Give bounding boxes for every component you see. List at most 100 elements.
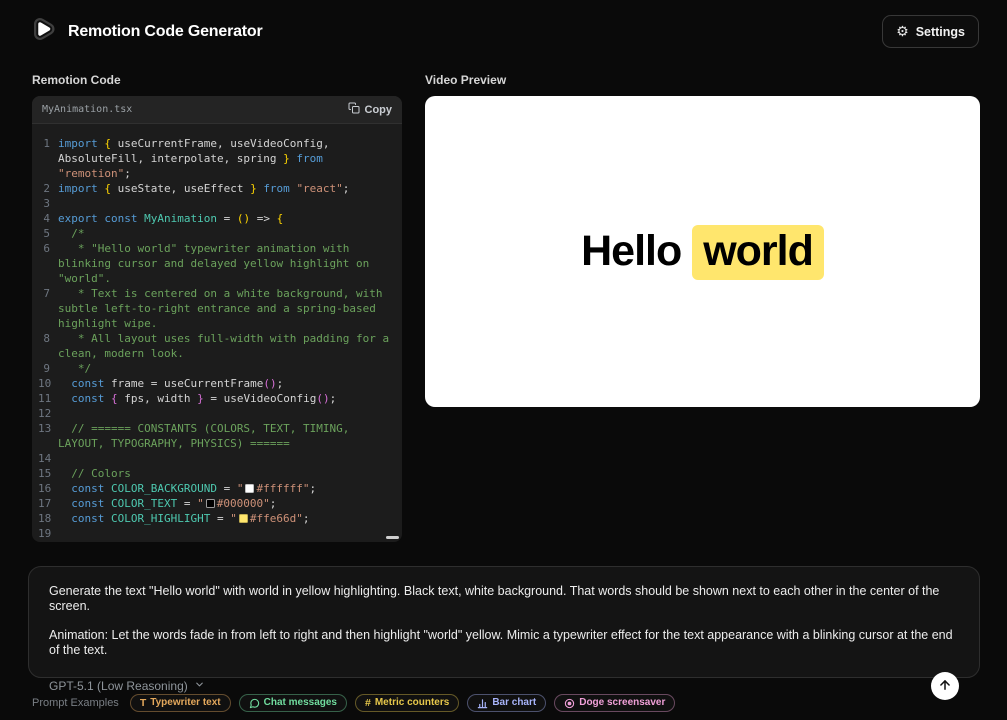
chevron-down-icon: [194, 679, 205, 693]
code-text: // Text content: [58, 541, 398, 542]
code-line: 19: [38, 526, 398, 541]
code-editor[interactable]: 1import { useCurrentFrame, useVideoConfi…: [32, 124, 402, 542]
line-number: 16: [38, 481, 58, 496]
line-number: 7: [38, 286, 58, 331]
code-text: // ====== CONSTANTS (COLORS, TEXT, TIMIN…: [58, 421, 398, 451]
code-section-label: Remotion Code: [32, 73, 402, 87]
gear-icon: ⚙: [896, 25, 909, 39]
code-line: 10 const frame = useCurrentFrame();: [38, 376, 398, 391]
model-label: GPT-5.1 (Low Reasoning): [49, 679, 188, 693]
disc-icon: [564, 698, 575, 709]
color-swatch: [239, 514, 248, 523]
prompt-examples-label: Prompt Examples: [32, 697, 119, 709]
arrow-up-icon: [938, 678, 952, 695]
example-pill-metric-counters[interactable]: # Metric counters: [355, 694, 459, 712]
pill-label: Typewriter text: [150, 698, 220, 708]
code-panel: MyAnimation.tsx Copy 1import { useCurren…: [32, 96, 402, 542]
code-line: 17 const COLOR_TEXT = "#000000";: [38, 496, 398, 511]
code-line: 7 * Text is centered on a white backgrou…: [38, 286, 398, 331]
video-preview: Hello world: [425, 96, 980, 407]
line-number: 10: [38, 376, 58, 391]
main-area: Remotion Code MyAnimation.tsx Copy 1impo…: [0, 63, 1007, 542]
code-text: */: [58, 361, 398, 376]
line-number: 15: [38, 466, 58, 481]
line-number: 13: [38, 421, 58, 451]
hash-icon: #: [365, 698, 371, 709]
code-text: const COLOR_BACKGROUND = "#ffffff";: [58, 481, 398, 496]
remotion-logo-icon: [28, 14, 58, 49]
code-text: // Colors: [58, 466, 398, 481]
code-line: 20 // Text content: [38, 541, 398, 542]
line-number: 18: [38, 511, 58, 526]
code-line: 18 const COLOR_HIGHLIGHT = "#ffe66d";: [38, 511, 398, 526]
brand: Remotion Code Generator: [28, 14, 263, 49]
code-text: const { fps, width } = useVideoConfig();: [58, 391, 398, 406]
example-pill-bar-chart[interactable]: Bar chart: [467, 694, 546, 712]
pill-label: Doge screensaver: [579, 698, 665, 708]
filename-label: MyAnimation.tsx: [42, 104, 132, 115]
code-line: 9 */: [38, 361, 398, 376]
line-number: 3: [38, 196, 58, 211]
copy-button[interactable]: Copy: [348, 102, 393, 117]
copy-label: Copy: [365, 104, 393, 116]
pill-label: Bar chart: [492, 698, 536, 708]
line-number: 17: [38, 496, 58, 511]
line-number: 12: [38, 406, 58, 421]
code-text: [58, 196, 398, 211]
code-text: import { useState, useEffect } from "rea…: [58, 181, 398, 196]
submit-button[interactable]: [931, 672, 959, 700]
line-number: 19: [38, 526, 58, 541]
horizontal-scrollbar-thumb[interactable]: [386, 536, 399, 539]
line-number: 20: [38, 541, 58, 542]
prompt-input-card[interactable]: Generate the text "Hello world" with wor…: [28, 566, 980, 678]
preview-section-label: Video Preview: [425, 73, 980, 87]
code-line: 13 // ====== CONSTANTS (COLORS, TEXT, TI…: [38, 421, 398, 451]
line-number: 2: [38, 181, 58, 196]
example-pill-chat-messages[interactable]: Chat messages: [239, 694, 347, 712]
settings-label: Settings: [916, 25, 965, 39]
line-number: 14: [38, 451, 58, 466]
code-panel-header: MyAnimation.tsx Copy: [32, 96, 402, 124]
settings-button[interactable]: ⚙ Settings: [882, 15, 979, 48]
code-line: 5 /*: [38, 226, 398, 241]
prompt-paragraph-1: Generate the text "Hello world" with wor…: [49, 584, 959, 614]
code-text: [58, 406, 398, 421]
code-text: [58, 451, 398, 466]
code-text: * "Hello world" typewriter animation wit…: [58, 241, 398, 286]
code-text: /*: [58, 226, 398, 241]
line-number: 6: [38, 241, 58, 286]
code-line: 1import { useCurrentFrame, useVideoConfi…: [38, 136, 398, 181]
code-text: const frame = useCurrentFrame();: [58, 376, 398, 391]
code-text: export const MyAnimation = () => {: [58, 211, 398, 226]
code-line: 6 * "Hello world" typewriter animation w…: [38, 241, 398, 286]
chat-bubble-icon: [249, 698, 260, 709]
code-text: [58, 526, 398, 541]
prompt-paragraph-2: Animation: Let the words fade in from le…: [49, 628, 959, 658]
code-line: 15 // Colors: [38, 466, 398, 481]
video-text-plain: Hello: [581, 227, 692, 275]
copy-icon: [348, 102, 360, 117]
model-selector[interactable]: GPT-5.1 (Low Reasoning): [49, 679, 205, 693]
code-line: 14: [38, 451, 398, 466]
code-line: 12: [38, 406, 398, 421]
color-swatch: [206, 499, 215, 508]
line-number: 5: [38, 226, 58, 241]
color-swatch: [245, 484, 254, 493]
video-text-highlighted: world: [692, 225, 824, 280]
bar-chart-icon: [477, 698, 488, 709]
code-line: 4export const MyAnimation = () => {: [38, 211, 398, 226]
code-text: const COLOR_TEXT = "#000000";: [58, 496, 398, 511]
page-title: Remotion Code Generator: [68, 23, 263, 41]
video-text: Hello world: [581, 227, 824, 276]
code-text: import { useCurrentFrame, useVideoConfig…: [58, 136, 398, 181]
example-pill-doge-screensaver[interactable]: Doge screensaver: [554, 694, 675, 712]
line-number: 11: [38, 391, 58, 406]
code-line: 3: [38, 196, 398, 211]
code-text: * Text is centered on a white background…: [58, 286, 398, 331]
type-icon: T: [140, 698, 146, 709]
pill-label: Chat messages: [264, 698, 337, 708]
example-pill-typewriter-text[interactable]: T Typewriter text: [130, 694, 231, 712]
code-line: 16 const COLOR_BACKGROUND = "#ffffff";: [38, 481, 398, 496]
pill-label: Metric counters: [375, 698, 449, 708]
line-number: 1: [38, 136, 58, 181]
